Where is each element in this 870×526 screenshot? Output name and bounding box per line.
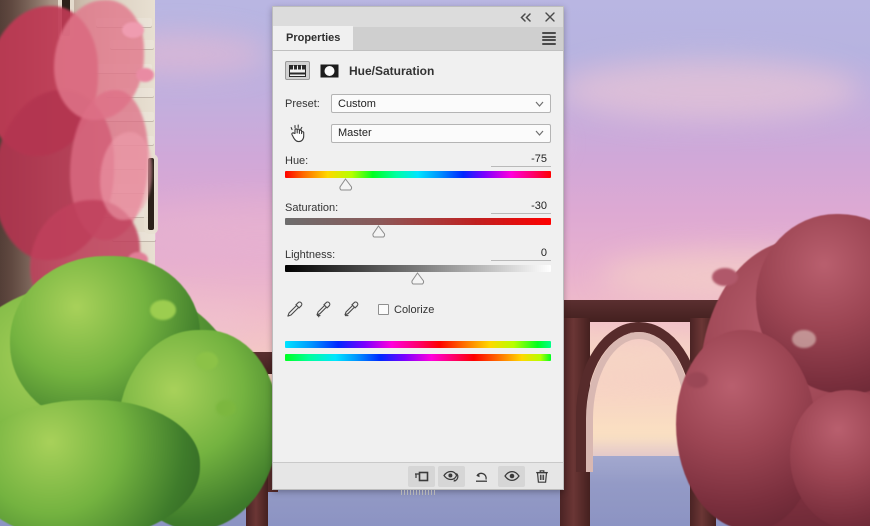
- lightness-track[interactable]: [285, 264, 551, 286]
- targeted-adjustment-tool-icon[interactable]: [285, 122, 311, 144]
- panel-tabbar[interactable]: Properties: [273, 26, 563, 51]
- hue-gradient: [285, 171, 551, 178]
- saturation-value-input[interactable]: -30: [491, 200, 551, 214]
- leaf: [792, 330, 816, 348]
- channel-value: Master: [338, 127, 372, 139]
- leaf: [150, 300, 176, 320]
- preset-row: Preset: Custom: [285, 94, 551, 113]
- ivy-leaf: [136, 68, 154, 82]
- clip-to-layer-icon[interactable]: [408, 465, 435, 487]
- colorize-checkbox-box[interactable]: [378, 304, 389, 315]
- colorize-checkbox[interactable]: Colorize: [378, 304, 434, 316]
- saturation-label: Saturation:: [285, 202, 339, 214]
- panel-body: Hue/Saturation Preset: Custom Master Hue…: [273, 51, 563, 462]
- eyedropper-add-icon[interactable]: [313, 300, 332, 319]
- preset-value: Custom: [338, 97, 376, 110]
- result-color-range-bar[interactable]: [285, 354, 551, 361]
- leaf: [216, 400, 236, 416]
- hue-track[interactable]: [285, 170, 551, 192]
- leaf: [712, 268, 738, 286]
- eyedropper-subtract-icon[interactable]: [341, 300, 360, 319]
- preset-select[interactable]: Custom: [331, 94, 551, 113]
- channel-row: Master: [285, 122, 551, 144]
- eyedropper-icon[interactable]: [285, 300, 304, 319]
- hue-slider-group: Hue: -75: [285, 153, 551, 192]
- adjustment-properties-icon[interactable]: [285, 61, 310, 80]
- lightness-slider-group: Lightness: 0: [285, 247, 551, 286]
- layer-mask-icon[interactable]: [317, 61, 342, 80]
- lightness-gradient: [285, 265, 551, 272]
- saturation-slider-thumb[interactable]: [371, 225, 386, 238]
- tab-properties[interactable]: Properties: [273, 26, 354, 50]
- preset-label: Preset:: [285, 97, 320, 110]
- saturation-gradient: [285, 218, 551, 225]
- green-tree: [0, 400, 200, 526]
- leaf: [196, 352, 218, 370]
- panel-footer: [273, 462, 563, 495]
- reset-icon[interactable]: [468, 466, 495, 487]
- color-range-bars: [285, 341, 551, 361]
- delete-icon[interactable]: [528, 466, 555, 487]
- channel-select[interactable]: Master: [331, 123, 551, 143]
- properties-panel[interactable]: Properties Hue/Saturation Preset: Custom…: [272, 6, 564, 495]
- panel-titlebar: [273, 7, 563, 27]
- leaf: [686, 372, 708, 388]
- panel-menu-icon[interactable]: [542, 32, 556, 45]
- view-previous-state-icon[interactable]: [438, 465, 465, 487]
- hue-label: Hue:: [285, 155, 309, 167]
- tab-properties-label: Properties: [286, 32, 341, 44]
- adjustment-header: Hue/Saturation: [285, 61, 551, 80]
- lightness-label: Lightness:: [285, 249, 336, 261]
- colorize-label: Colorize: [394, 303, 435, 316]
- cloud: [560, 60, 860, 120]
- lightness-slider-thumb[interactable]: [410, 272, 425, 285]
- hue-value-input[interactable]: -75: [491, 153, 551, 167]
- collapse-icon[interactable]: [519, 10, 533, 24]
- saturation-track[interactable]: [285, 217, 551, 239]
- chevron-down-icon: [535, 98, 544, 110]
- chevron-down-icon: [535, 127, 544, 139]
- adjustment-title: Hue/Saturation: [349, 63, 435, 78]
- ivy-leaf: [122, 22, 144, 38]
- saturation-slider-group: Saturation: -30: [285, 200, 551, 239]
- toggle-visibility-icon[interactable]: [498, 465, 525, 487]
- resize-grip-icon[interactable]: [401, 490, 435, 495]
- hue-slider-thumb[interactable]: [338, 178, 353, 191]
- source-color-range-bar: [285, 341, 551, 348]
- lightness-value-input[interactable]: 0: [491, 247, 551, 261]
- eyedropper-row: Colorize: [285, 300, 551, 319]
- close-icon[interactable]: [543, 10, 557, 24]
